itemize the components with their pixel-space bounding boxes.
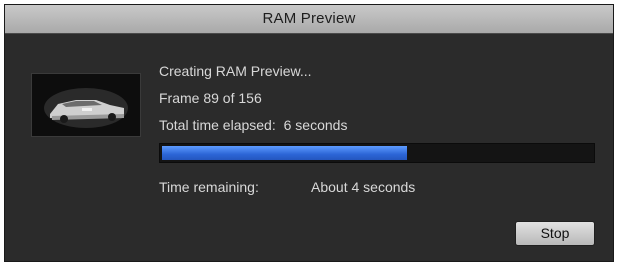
progress-bar [159,143,595,163]
frame-counter: Frame 89 of 156 [159,90,262,106]
elapsed-value: 6 seconds [283,117,348,133]
ram-preview-dialog: RAM Preview Creating RAM Preview... Fram… [4,4,614,262]
elapsed-time: Total time elapsed: 6 seconds [159,117,347,133]
elapsed-label: Total time elapsed: [159,117,276,133]
progress-fill [162,146,407,160]
status-message: Creating RAM Preview... [159,63,312,79]
dialog-title: RAM Preview [262,10,356,27]
dialog-title-bar: RAM Preview [5,5,613,34]
preview-thumbnail [31,73,141,137]
time-remaining-value: About 4 seconds [311,179,416,195]
time-remaining-label: Time remaining: [159,179,259,195]
car-thumbnail-icon [32,74,140,136]
stop-button[interactable]: Stop [515,221,595,246]
